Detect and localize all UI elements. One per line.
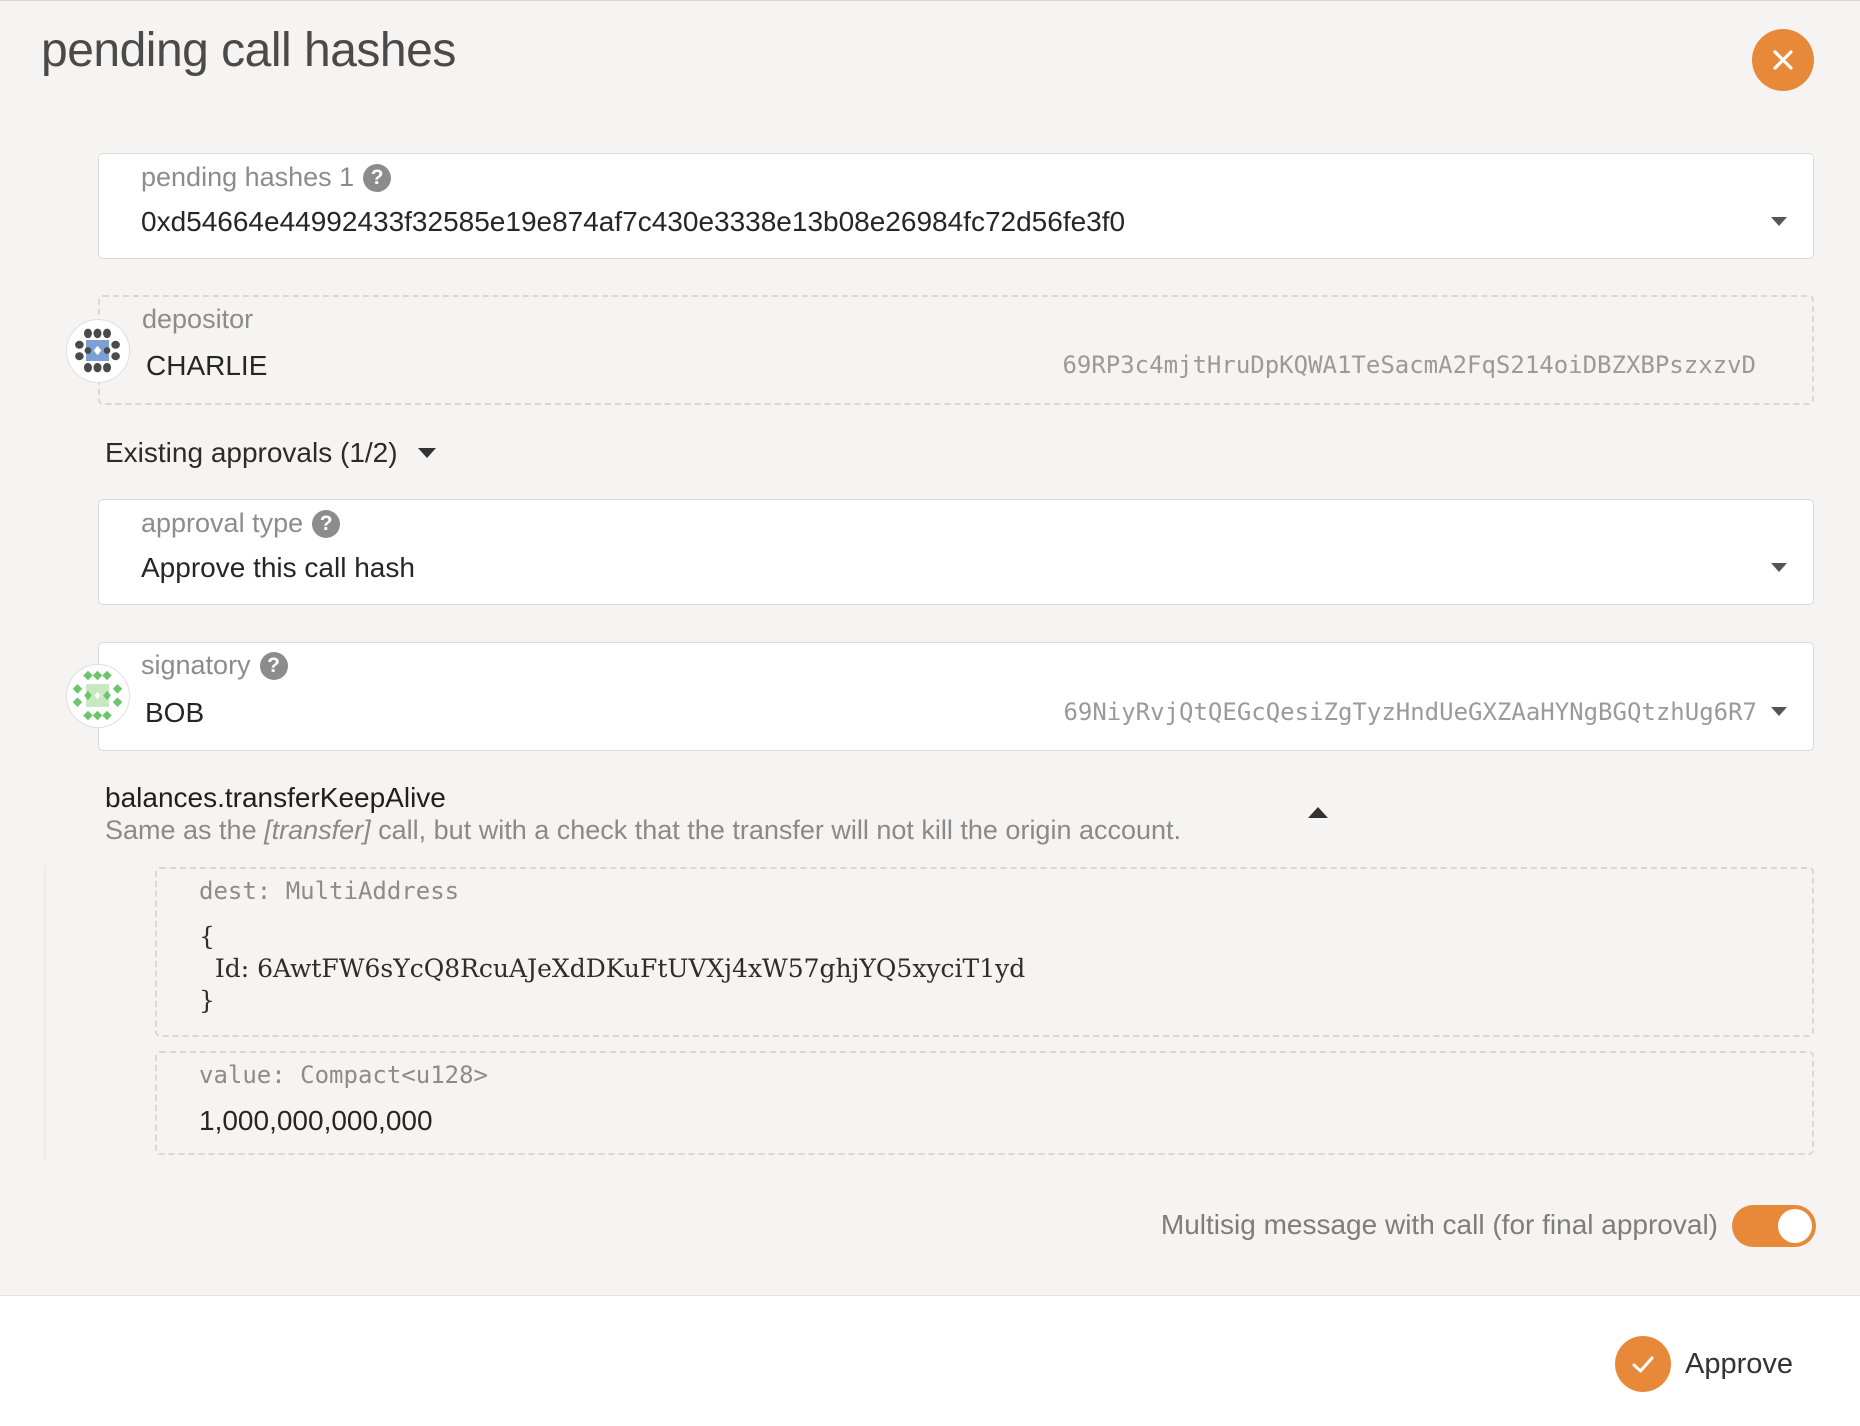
pending-call-hashes-modal: pending call hashes pending hashes 1 ? 0… (0, 0, 1860, 1426)
toggle-knob (1778, 1209, 1812, 1243)
param-value: value: Compact<u128> 1,000,000,000,000 (155, 1051, 1814, 1155)
depositor-name: CHARLIE (146, 350, 268, 381)
param-dest: dest: MultiAddress { Id: 6AwtFW6sYcQ8Rcu… (155, 867, 1814, 1037)
signatory-address: 69NiyRvjQtQEGcQesiZgTyzHndUeGXZAaHYNgBGQ… (1063, 698, 1757, 726)
multisig-toggle-label: Multisig message with call (for final ap… (1160, 1209, 1718, 1240)
approval-type-value: Approve this call hash (141, 552, 415, 583)
call-description: Same as the [transfer] call, but with a … (105, 815, 1182, 845)
depositor-avatar (66, 319, 130, 383)
check-icon (1615, 1336, 1671, 1392)
multisig-toggle[interactable] (1732, 1205, 1816, 1247)
chevron-down-icon[interactable] (1771, 563, 1787, 572)
pending-hashes-label: pending hashes 1 (141, 162, 355, 192)
signatory-avatar (66, 664, 130, 728)
param-dest-id: Id: 6AwtFW6sYcQ8RcuAJeXdDKuFtUVXj4xW57gh… (199, 954, 1026, 983)
signatory-name: BOB (145, 697, 205, 728)
param-value-amount: 1,000,000,000,000 (199, 1105, 433, 1136)
approve-button[interactable]: Approve (1615, 1336, 1793, 1392)
depositor-label: depositor (142, 304, 254, 334)
signatory-dropdown[interactable]: signatory ? BOB 69NiyRvjQtQEGcQesiZgTyzH… (98, 642, 1814, 751)
identicon-icon (72, 670, 123, 721)
call-method-name: balances.transferKeepAlive (105, 782, 446, 813)
chevron-down-icon[interactable] (1771, 217, 1787, 226)
approval-type-label: approval type (141, 508, 304, 538)
help-icon[interactable]: ? (259, 651, 288, 680)
depositor-address: 69RP3c4mjtHruDpKQWA1TeSacmA2FqS214oiDBZX… (1062, 351, 1756, 379)
existing-approvals-toggle[interactable]: Existing approvals (1/2) (105, 437, 436, 469)
chevron-down-icon[interactable] (1771, 707, 1787, 716)
close-icon (1773, 50, 1793, 70)
call-description-link: [transfer] (264, 815, 371, 845)
param-dest-open-brace: { (199, 922, 215, 951)
pending-hash-value: 0xd54664e44992433f32585e19e874af7c430e33… (141, 206, 1126, 237)
help-icon[interactable]: ? (312, 509, 341, 538)
chevron-up-icon[interactable] (1308, 807, 1328, 818)
pending-hashes-dropdown[interactable]: pending hashes 1 ? 0xd54664e44992433f325… (98, 153, 1814, 259)
existing-approvals-label: Existing approvals (1/2) (105, 437, 398, 468)
identicon-icon (75, 328, 120, 373)
chevron-down-icon (417, 448, 436, 458)
param-dest-close-brace: } (199, 986, 215, 1015)
signatory-label: signatory (141, 650, 251, 680)
modal-footer: Approve (0, 1295, 1860, 1426)
param-dest-type: dest: MultiAddress (199, 877, 460, 905)
approve-label: Approve (1685, 1347, 1794, 1380)
help-icon[interactable]: ? (363, 163, 392, 192)
depositor-field: depositor CHARLIE 69RP3c4mjtHruDpKQWA1Te… (98, 295, 1814, 405)
param-value-type: value: Compact<u128> (199, 1061, 488, 1089)
call-params-bar (44, 865, 46, 1161)
close-button[interactable] (1752, 29, 1814, 91)
approval-type-dropdown[interactable]: approval type ? Approve this call hash (98, 499, 1814, 605)
modal-title: pending call hashes (41, 24, 456, 77)
